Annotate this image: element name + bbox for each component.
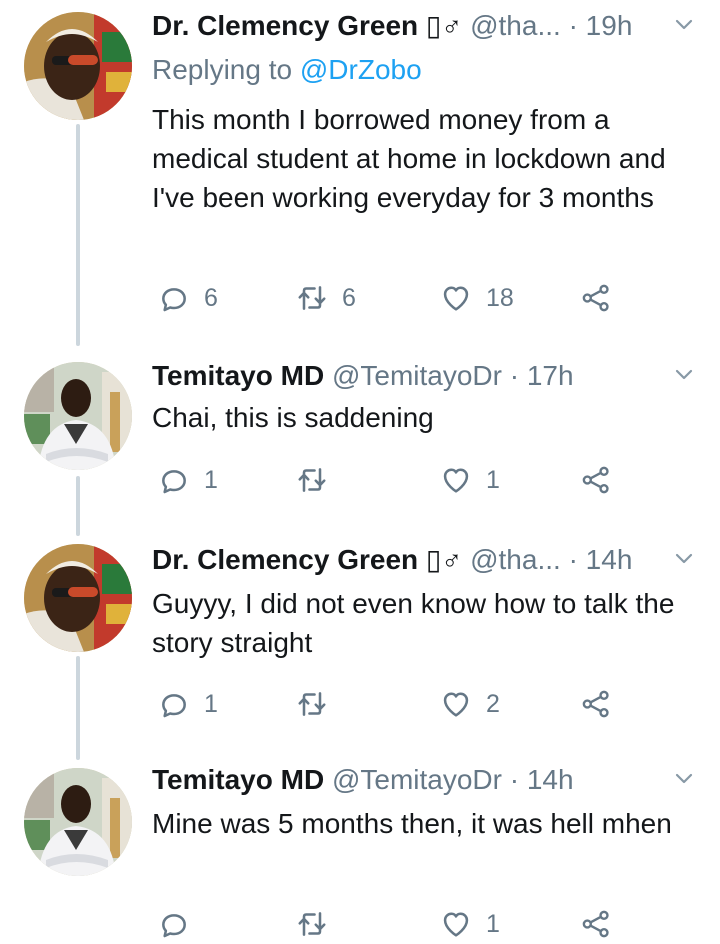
- replying-to-prefix: Replying to: [152, 54, 300, 85]
- tweet[interactable]: Temitayo MD @TemitayoDr · 14h Mine was 5…: [0, 760, 720, 938]
- like-icon: [440, 464, 472, 496]
- like-count: 1: [486, 465, 500, 494]
- share-icon: [580, 688, 612, 720]
- tweet[interactable]: Dr. Clemency Green ▯♂ @tha... · 14h Guyy…: [0, 540, 720, 740]
- author-handle[interactable]: @tha...: [470, 544, 561, 575]
- author-handle[interactable]: @tha...: [470, 10, 561, 41]
- avatar[interactable]: [24, 362, 132, 470]
- reply-icon: [158, 464, 190, 496]
- reply-button[interactable]: 1: [158, 684, 218, 724]
- like-button[interactable]: 2: [440, 684, 500, 724]
- like-count: 1: [486, 909, 500, 938]
- like-count: 2: [486, 689, 500, 718]
- reply-count: 1: [204, 689, 218, 718]
- separator-dot: ·: [509, 360, 520, 391]
- chevron-down-icon[interactable]: [672, 766, 696, 790]
- author-name[interactable]: Temitayo MD: [152, 764, 324, 795]
- chevron-down-icon[interactable]: [672, 362, 696, 386]
- reply-count: 1: [204, 465, 218, 494]
- reply-count: 6: [204, 283, 218, 312]
- avatar[interactable]: [24, 544, 132, 652]
- reply-button[interactable]: 6: [158, 278, 218, 318]
- tweet-text: This month I borrowed money from a medic…: [152, 104, 666, 213]
- reply-icon: [158, 688, 190, 720]
- tweet-actions: 6 6 18: [152, 278, 672, 318]
- retweet-button[interactable]: 6: [296, 278, 356, 318]
- tweet-actions: 1: [152, 904, 672, 944]
- avatar[interactable]: [24, 768, 132, 876]
- tweet-header: Temitayo MD @TemitayoDr · 17h: [152, 356, 696, 396]
- retweet-button[interactable]: [296, 904, 342, 944]
- like-button[interactable]: 18: [440, 278, 514, 318]
- author-name[interactable]: Dr. Clemency Green ▯♂: [152, 544, 462, 575]
- like-count: 18: [486, 283, 514, 312]
- tweet[interactable]: Temitayo MD @TemitayoDr · 17h Chai, this…: [0, 356, 720, 516]
- retweet-icon: [296, 688, 328, 720]
- timestamp[interactable]: 14h: [527, 764, 574, 795]
- retweet-button[interactable]: [296, 460, 342, 500]
- tweet-text: Chai, this is saddening: [152, 402, 434, 433]
- author-name[interactable]: Dr. Clemency Green ▯♂: [152, 10, 462, 41]
- author-handle[interactable]: @TemitayoDr: [332, 764, 502, 795]
- tweet[interactable]: Dr. Clemency Green ▯♂ @tha... · 19h Repl…: [0, 6, 720, 326]
- reply-icon: [158, 282, 190, 314]
- share-icon: [580, 282, 612, 314]
- reply-button[interactable]: [158, 904, 204, 944]
- tweet-header: Temitayo MD @TemitayoDr · 14h: [152, 760, 696, 800]
- like-icon: [440, 688, 472, 720]
- tweet-text: Guyyy, I did not even know how to talk t…: [152, 588, 675, 658]
- timestamp[interactable]: 19h: [586, 10, 633, 41]
- chevron-down-icon[interactable]: [672, 546, 696, 570]
- reply-icon: [158, 908, 190, 940]
- timestamp[interactable]: 14h: [586, 544, 633, 575]
- tweet-header: Dr. Clemency Green ▯♂ @tha... · 14h: [152, 540, 696, 580]
- share-button[interactable]: [580, 460, 612, 500]
- like-button[interactable]: 1: [440, 904, 500, 944]
- reply-button[interactable]: 1: [158, 460, 218, 500]
- share-icon: [580, 908, 612, 940]
- separator-dot: ·: [568, 544, 578, 575]
- replying-to-link[interactable]: @DrZobo: [300, 54, 422, 85]
- tweet-header: Dr. Clemency Green ▯♂ @tha... · 19h: [152, 6, 696, 46]
- separator-dot: ·: [509, 764, 520, 795]
- share-button[interactable]: [580, 278, 612, 318]
- tweet-text: Mine was 5 months then, it was hell mhen: [152, 808, 672, 839]
- author-handle[interactable]: @TemitayoDr: [332, 360, 502, 391]
- share-button[interactable]: [580, 684, 612, 724]
- like-icon: [440, 908, 472, 940]
- retweet-count: 6: [342, 283, 356, 312]
- chevron-down-icon[interactable]: [672, 12, 696, 36]
- timestamp[interactable]: 17h: [527, 360, 574, 391]
- retweet-icon: [296, 908, 328, 940]
- like-button[interactable]: 1: [440, 460, 500, 500]
- replying-to: Replying to @DrZobo: [152, 50, 422, 90]
- retweet-icon: [296, 282, 328, 314]
- retweet-button[interactable]: [296, 684, 342, 724]
- share-icon: [580, 464, 612, 496]
- tweet-actions: 1 1: [152, 460, 672, 500]
- avatar[interactable]: [24, 12, 132, 120]
- tweet-actions: 1 2: [152, 684, 672, 724]
- separator-dot: ·: [568, 10, 578, 41]
- share-button[interactable]: [580, 904, 612, 944]
- like-icon: [440, 282, 472, 314]
- author-name[interactable]: Temitayo MD: [152, 360, 324, 391]
- retweet-icon: [296, 464, 328, 496]
